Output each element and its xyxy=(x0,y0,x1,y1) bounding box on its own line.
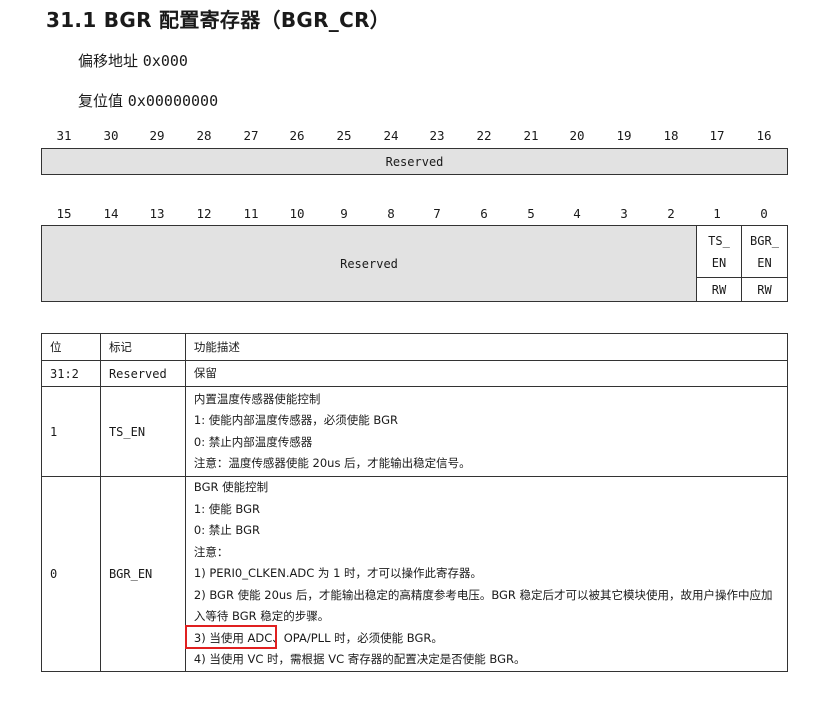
header-mark: 标记 xyxy=(99,333,186,361)
reset-value: 复位值 0x00000000 xyxy=(78,90,218,111)
row-desc: 内置温度传感器使能控制 1: 使能内部温度传感器，必须使能 BGR 0: 禁止内… xyxy=(184,386,789,477)
row-mark: BGR_EN xyxy=(99,476,186,672)
desc-line: BGR 使能控制 xyxy=(193,480,269,494)
bit-number: 17 xyxy=(709,128,725,143)
offset-address: 偏移地址 0x000 xyxy=(78,50,188,71)
access-label: RW xyxy=(711,283,727,297)
reset-value-text: 0x00000000 xyxy=(127,92,219,110)
bit-number: 28 xyxy=(196,128,212,143)
bit-number: 7 xyxy=(433,206,441,221)
reserved-field-high: Reserved xyxy=(41,148,788,175)
bit-number: 18 xyxy=(663,128,679,143)
header-desc: 功能描述 xyxy=(184,333,789,361)
bit-number: 10 xyxy=(289,206,305,221)
row-mark: Reserved xyxy=(99,360,186,387)
bit-number: 14 xyxy=(103,206,119,221)
reserved-label: Reserved xyxy=(340,256,398,271)
header-bit: 位 xyxy=(41,333,101,361)
bit-description-table: 位 标记 功能描述 31:2 Reserved 保留 1 TS_EN 内置温度传… xyxy=(41,333,789,672)
bit-number: 21 xyxy=(523,128,539,143)
reserved-label: Reserved xyxy=(385,154,444,169)
bit-number: 5 xyxy=(527,206,535,221)
bgr-en-label-top: BGR_ xyxy=(750,234,779,248)
desc-line: 1) PERI0_CLKEN.ADC 为 1 时，才可以操作此寄存器。 xyxy=(193,566,483,580)
bit-number: 6 xyxy=(480,206,488,221)
reserved-field-low: Reserved xyxy=(41,225,697,302)
bit-number: 22 xyxy=(476,128,492,143)
table-header-row: 位 标记 功能描述 xyxy=(41,333,789,361)
bit-number: 4 xyxy=(573,206,581,221)
desc-line: 2) BGR 使能 20us 后，才能输出稳定的高精度参考电压。BGR 稳定后才… xyxy=(193,587,773,624)
bit-number: 11 xyxy=(243,206,259,221)
offset-value: 0x000 xyxy=(142,52,188,70)
desc-line: 内置温度传感器使能控制 xyxy=(193,391,321,406)
ts-en-access: RW xyxy=(696,277,742,302)
reset-label: 复位值 xyxy=(78,92,124,110)
row-mark: TS_EN xyxy=(99,386,186,477)
offset-label: 偏移地址 xyxy=(78,52,139,70)
bit-number: 29 xyxy=(149,128,165,143)
desc-line: 保留 xyxy=(193,365,217,380)
desc-line: 0: 禁止 BGR xyxy=(193,523,260,537)
bit-number: 0 xyxy=(760,206,768,221)
bgr-en-field: BGR_ EN xyxy=(741,225,788,278)
desc-line: 注意： xyxy=(193,544,229,559)
bit-number: 27 xyxy=(243,128,259,143)
bit-number: 3 xyxy=(620,206,628,221)
bit-number: 13 xyxy=(149,206,165,221)
bit-numbers-high: 31 30 29 28 27 26 25 24 23 22 21 20 19 1… xyxy=(41,128,788,144)
bit-number: 31 xyxy=(56,128,72,143)
bit-number: 23 xyxy=(429,128,445,143)
row-desc: 保留 xyxy=(184,360,789,387)
bit-numbers-low: 15 14 13 12 11 10 9 8 7 6 5 4 3 2 1 0 xyxy=(41,206,788,222)
desc-line: 1: 使能内部温度传感器，必须使能 BGR xyxy=(193,413,398,427)
row-bit: 31:2 xyxy=(41,360,101,387)
bgr-en-access: RW xyxy=(741,277,788,302)
desc-line: 注意：温度传感器使能 20us 后，才能输出稳定信号。 xyxy=(193,456,471,470)
bit-number: 19 xyxy=(616,128,632,143)
ts-en-label-top: TS_ xyxy=(708,234,730,248)
desc-line: 3) 当使用 ADC、OPA/PLL 时，必须使能 BGR。 xyxy=(193,630,443,645)
ts-en-label-bottom: EN xyxy=(711,256,727,270)
access-label: RW xyxy=(757,283,772,297)
table-row: 1 TS_EN 内置温度传感器使能控制 1: 使能内部温度传感器，必须使能 BG… xyxy=(41,386,789,477)
bit-number: 24 xyxy=(383,128,399,143)
desc-line: 4) 当使用 VC 时，需根据 VC 寄存器的配置决定是否使能 BGR。 xyxy=(193,652,526,666)
bit-number: 9 xyxy=(340,206,348,221)
table-row: 31:2 Reserved 保留 xyxy=(41,360,789,387)
bit-number: 1 xyxy=(713,206,721,221)
table-row: 0 BGR_EN BGR 使能控制 1: 使能 BGR 0: 禁止 BGR 注意… xyxy=(41,476,789,672)
bit-number: 15 xyxy=(56,206,72,221)
row-bit: 0 xyxy=(41,476,101,672)
bgr-en-label-bottom: EN xyxy=(757,256,772,270)
bit-number: 12 xyxy=(196,206,212,221)
bit-number: 25 xyxy=(336,128,352,143)
bit-number: 30 xyxy=(103,128,119,143)
bit-number: 8 xyxy=(387,206,395,221)
ts-en-field: TS_ EN xyxy=(696,225,742,278)
desc-line: 1: 使能 BGR xyxy=(193,501,260,516)
bit-number: 2 xyxy=(667,206,675,221)
row-bit: 1 xyxy=(41,386,101,477)
highlight-box xyxy=(185,625,277,649)
bit-number: 26 xyxy=(289,128,305,143)
page-title: 31.1 BGR 配置寄存器（BGR_CR） xyxy=(46,8,391,32)
desc-line: 0: 禁止内部温度传感器 xyxy=(193,434,313,449)
bit-number: 16 xyxy=(756,128,772,143)
bit-number: 20 xyxy=(569,128,585,143)
